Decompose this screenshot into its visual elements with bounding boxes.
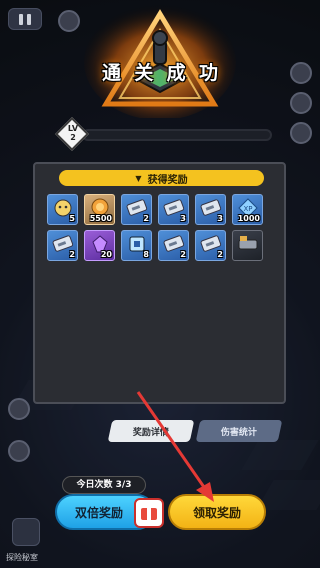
secret-room-icon[interactable] <box>12 518 40 546</box>
reward-count: 3 <box>217 214 223 223</box>
gear-part-icon <box>237 234 259 254</box>
reward-slot[interactable]: 2 <box>121 194 152 225</box>
side-menu-icon[interactable] <box>290 62 312 84</box>
reward-grid: 5 5500 2 3 3 XP 1000 2 20 8 2 2 <box>47 194 277 261</box>
level-progress: LV 2 <box>55 117 272 151</box>
side-menu-icon[interactable] <box>290 92 312 114</box>
secret-room-label: 探险秘室 <box>6 553 38 562</box>
reward-slot[interactable]: 2 <box>158 230 189 261</box>
reward-slot[interactable]: 2 <box>195 230 226 261</box>
stage-clear-title: 通 关 成 功 <box>102 61 218 84</box>
tab-damage-stats[interactable]: 伤害统计 <box>195 420 283 442</box>
rewards-panel: ▼ 获得奖励 5 5500 2 3 3 XP 1000 2 20 8 2 2 <box>33 162 286 404</box>
reward-slot[interactable] <box>232 230 263 261</box>
reward-count: 1000 <box>237 214 260 223</box>
tab-reward-details[interactable]: 奖励详情 <box>107 420 195 442</box>
reward-count: 2 <box>180 250 186 259</box>
reward-slot[interactable]: 5 <box>47 194 78 225</box>
reward-count: 2 <box>69 250 75 259</box>
reward-count: 2 <box>217 250 223 259</box>
reward-slot[interactable]: 3 <box>195 194 226 225</box>
rewards-header: ▼ 获得奖励 <box>59 170 264 186</box>
reward-count: 5500 <box>89 214 112 223</box>
status-icon <box>58 10 80 32</box>
reward-count: 3 <box>180 214 186 223</box>
reward-slot[interactable]: 2 <box>47 230 78 261</box>
reward-slot[interactable]: 5500 <box>84 194 115 225</box>
gift-ad-icon <box>134 498 164 528</box>
pause-icon <box>19 13 23 25</box>
reward-slot[interactable]: 8 <box>121 230 152 261</box>
reward-count: 2 <box>143 214 149 223</box>
reward-slot[interactable]: 20 <box>84 230 115 261</box>
level-text: LV 2 <box>67 124 79 142</box>
left-side-icon[interactable] <box>8 398 30 420</box>
daily-count-label: 今日次数 3/3 <box>62 476 146 494</box>
reward-count: 5 <box>69 214 75 223</box>
level-progress-track <box>82 129 272 141</box>
triangle-down-icon: ▼ <box>135 173 142 183</box>
reward-count: 8 <box>143 250 149 259</box>
reward-slot[interactable]: 3 <box>158 194 189 225</box>
reward-slot[interactable]: XP 1000 <box>232 194 263 225</box>
reward-count: 20 <box>100 250 112 259</box>
left-side-icon[interactable] <box>8 440 30 462</box>
pause-button[interactable] <box>8 8 42 30</box>
svg-text:XP: XP <box>243 205 252 213</box>
claim-reward-button[interactable]: 领取奖励 <box>168 494 266 530</box>
side-menu-icon[interactable] <box>290 122 312 144</box>
